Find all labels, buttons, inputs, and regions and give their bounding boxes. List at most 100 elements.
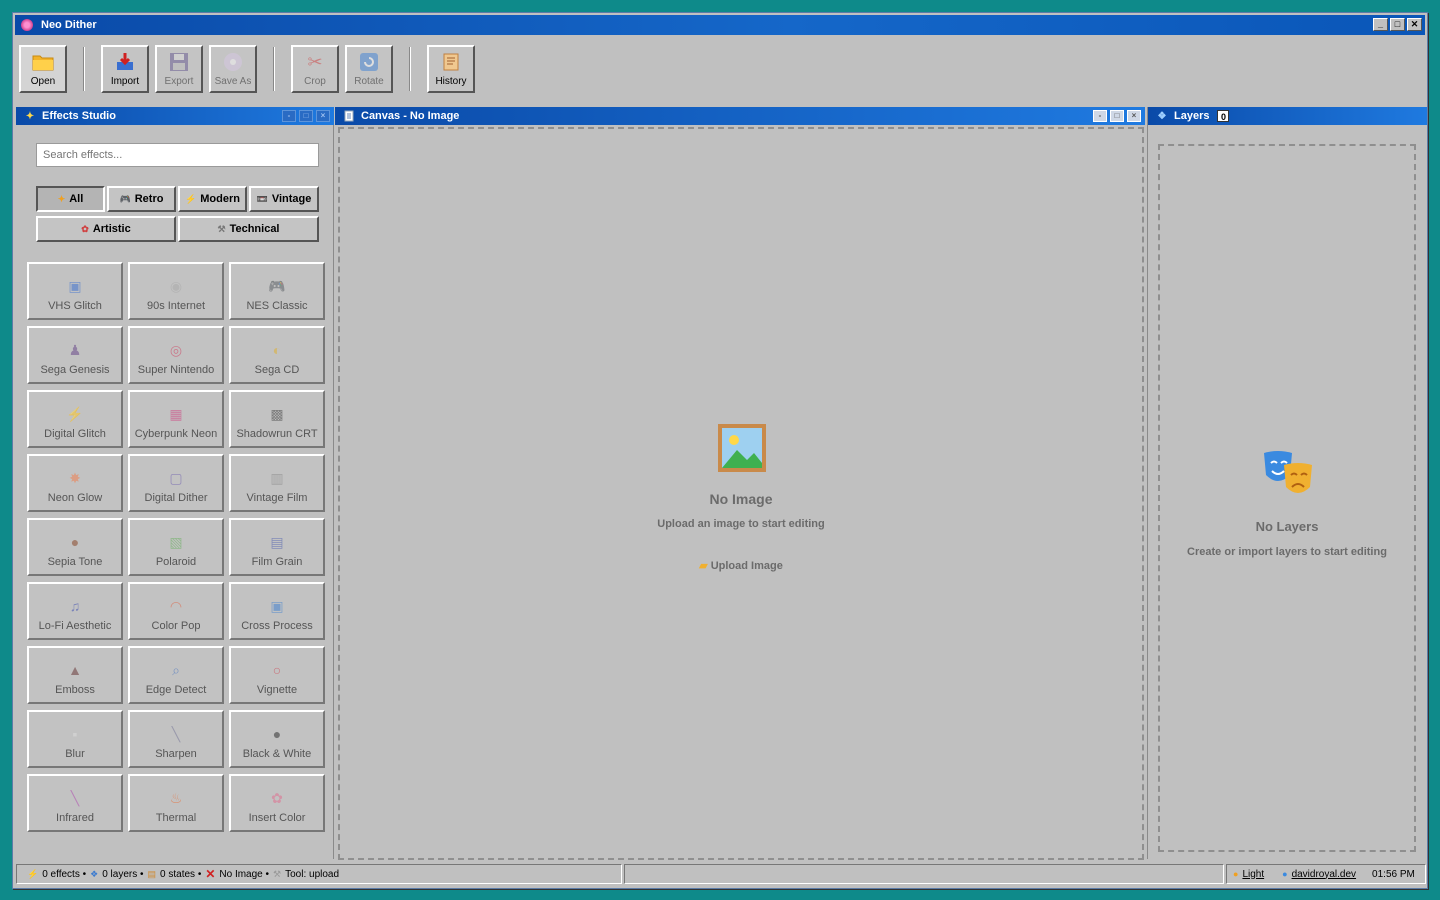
effect-label: Blur: [65, 748, 85, 760]
import-label: Import: [110, 76, 140, 87]
effect-icon: ▣: [68, 278, 82, 294]
upload-image-button[interactable]: ▰ Upload Image: [340, 559, 1142, 572]
layers-dropzone: No Layers Create or import layers to sta…: [1158, 144, 1416, 852]
effects-panel-controls: - □ ×: [282, 110, 330, 122]
effect-90s-internet[interactable]: ◉ 90s Internet: [128, 262, 224, 320]
rotate-button[interactable]: Rotate: [345, 45, 393, 93]
effect-emboss[interactable]: ▲ Emboss: [27, 646, 123, 704]
panel-maximize-button[interactable]: □: [1110, 110, 1124, 122]
layers-title: Layers: [1174, 110, 1210, 122]
effect-icon: ╲: [171, 726, 181, 742]
document-icon: [343, 110, 355, 122]
effect-film-grain[interactable]: ▤ Film Grain: [229, 518, 325, 576]
minimize-button[interactable]: _: [1373, 18, 1388, 31]
effect-icon: ✿: [271, 790, 283, 806]
canvas-empty-subtitle: Upload an image to start editing: [657, 518, 825, 530]
effect-label: Neon Glow: [47, 492, 103, 504]
effect-black-white[interactable]: ● Black & White: [229, 710, 325, 768]
title-bar[interactable]: Neo Dither _ □ ✕: [15, 15, 1425, 35]
gamepad-icon: 🎮: [119, 193, 131, 204]
status-right: ● Light ● davidroyal.dev 01:56 PM: [1226, 864, 1426, 884]
effect-polaroid[interactable]: ▧ Polaroid: [128, 518, 224, 576]
category-retro[interactable]: 🎮 Retro: [107, 186, 176, 212]
panel-maximize-button[interactable]: □: [299, 110, 313, 122]
scissors-icon: ✂: [307, 51, 323, 72]
effect-icon: ▥: [270, 470, 284, 486]
effect-blur[interactable]: ▪ Blur: [27, 710, 123, 768]
effect-digital-dither[interactable]: ▢ Digital Dither: [128, 454, 224, 512]
effect-edge-detect[interactable]: ⌕ Edge Detect: [128, 646, 224, 704]
panel-minimize-button[interactable]: -: [282, 110, 296, 122]
effect-vhs-glitch[interactable]: ▣ VHS Glitch: [27, 262, 123, 320]
maximize-button[interactable]: □: [1390, 18, 1405, 31]
category-vintage[interactable]: 📼 Vintage: [249, 186, 319, 212]
window-title: Neo Dither: [41, 19, 97, 31]
canvas-panel-header: Canvas - No Image - □ ×: [335, 107, 1145, 125]
film-icon: 📼: [256, 193, 268, 204]
effect-digital-glitch[interactable]: ⚡ Digital Glitch: [27, 390, 123, 448]
effect-insert-color[interactable]: ✿ Insert Color: [229, 774, 325, 832]
import-button[interactable]: Import: [101, 45, 149, 93]
effect-neon-glow[interactable]: ✸ Neon Glow: [27, 454, 123, 512]
history-button[interactable]: History: [427, 45, 475, 93]
bolt-icon: ⚡: [185, 193, 197, 204]
app-window: Neo Dither _ □ ✕ Open Import Export Save…: [12, 12, 1428, 889]
canvas-panel-controls: - □ ×: [1093, 110, 1141, 122]
wrench-icon: ⚒: [273, 868, 282, 879]
effect-lo-fi-aesthetic[interactable]: ♫ Lo-Fi Aesthetic: [27, 582, 123, 640]
canvas-dropzone[interactable]: No Image Upload an image to start editin…: [338, 127, 1144, 860]
theme-toggle[interactable]: ● Light: [1233, 869, 1264, 880]
category-all[interactable]: ✦ All: [36, 186, 105, 212]
panel-minimize-button[interactable]: -: [1093, 110, 1107, 122]
category-modern[interactable]: ⚡ Modern: [178, 186, 247, 212]
effects-panel: ✦ Effects Studio - □ × ✦ All 🎮 Retro ⚡ M…: [16, 107, 334, 859]
status-image-text: No Image •: [219, 868, 270, 880]
effect-color-pop[interactable]: ◠ Color Pop: [128, 582, 224, 640]
effect-infrared[interactable]: ╲ Infrared: [27, 774, 123, 832]
canvas-empty-title: No Image: [709, 491, 773, 507]
status-states: ▤ 0 states •: [148, 869, 202, 880]
category-technical[interactable]: ⚒ Technical: [178, 216, 319, 242]
effect-super-nintendo[interactable]: ◎ Super Nintendo: [128, 326, 224, 384]
export-button[interactable]: Export: [155, 45, 203, 93]
history-label: History: [435, 76, 467, 87]
website-link[interactable]: ● davidroyal.dev: [1282, 869, 1356, 880]
category-label: Retro: [134, 193, 164, 205]
effect-cross-process[interactable]: ▣ Cross Process: [229, 582, 325, 640]
search-input[interactable]: [36, 143, 319, 167]
effect-icon: ●: [272, 726, 282, 742]
effect-shadowrun-crt[interactable]: ▩ Shadowrun CRT: [229, 390, 325, 448]
effect-label: 90s Internet: [146, 300, 206, 312]
clock: 01:56 PM: [1372, 868, 1415, 880]
panel-close-button[interactable]: ×: [1127, 110, 1141, 122]
canvas-panel: Canvas - No Image - □ × No Image Upload …: [335, 107, 1145, 860]
effect-label: Vignette: [256, 684, 298, 696]
panel-close-button[interactable]: ×: [316, 110, 330, 122]
effect-label: Vintage Film: [246, 492, 308, 504]
main-toolbar: Open Import Export Save As ✂ Crop Rotate…: [19, 45, 481, 95]
effect-sepia-tone[interactable]: ● Sepia Tone: [27, 518, 123, 576]
effect-icon: ▣: [270, 598, 284, 614]
close-button[interactable]: ✕: [1407, 18, 1422, 31]
app-logo-icon: [21, 19, 33, 31]
scroll-icon: [440, 51, 462, 73]
crop-button[interactable]: ✂ Crop: [291, 45, 339, 93]
effect-sharpen[interactable]: ╲ Sharpen: [128, 710, 224, 768]
effect-cyberpunk-neon[interactable]: ▦ Cyberpunk Neon: [128, 390, 224, 448]
toolbar-separator: [409, 47, 411, 91]
category-artistic[interactable]: ✿ Artistic: [36, 216, 176, 242]
effect-vintage-film[interactable]: ▥ Vintage Film: [229, 454, 325, 512]
folder-icon: ▰: [699, 560, 708, 572]
open-button[interactable]: Open: [19, 45, 67, 93]
effect-sega-cd[interactable]: ◐ Sega CD: [229, 326, 325, 384]
effect-label: Polaroid: [155, 556, 197, 568]
palette-icon: ✿: [81, 223, 89, 234]
effect-vignette[interactable]: ○ Vignette: [229, 646, 325, 704]
effect-nes-classic[interactable]: 🎮 NES Classic: [229, 262, 325, 320]
layers-empty-subtitle: Create or import layers to start editing: [1187, 546, 1387, 558]
wrench-icon: ⚒: [217, 223, 226, 234]
effect-sega-genesis[interactable]: ♟ Sega Genesis: [27, 326, 123, 384]
effect-icon: 🎮: [268, 278, 286, 294]
effect-thermal[interactable]: ♨ Thermal: [128, 774, 224, 832]
save-as-button[interactable]: Save As: [209, 45, 257, 93]
